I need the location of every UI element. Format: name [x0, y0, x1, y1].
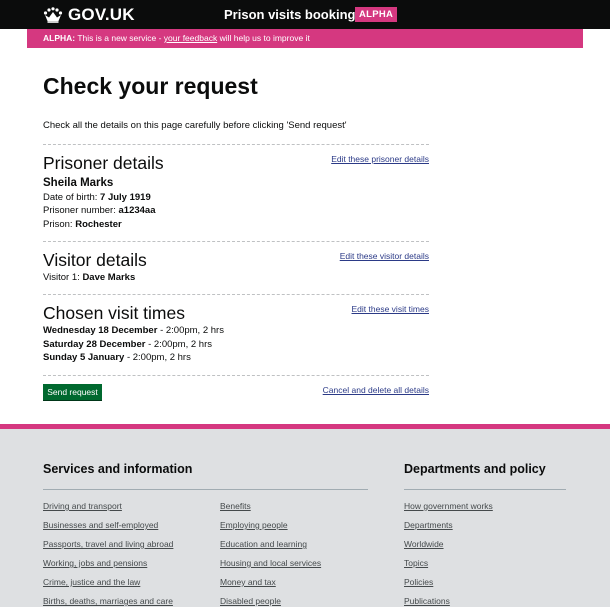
visit-detail: - 2:00pm, 2 hrs — [148, 339, 212, 350]
visit-date: Sunday 5 January — [43, 352, 125, 363]
page-title: Check your request — [43, 73, 258, 99]
edit-visit-times-link[interactable]: Edit these visit times — [352, 304, 429, 315]
footer-link[interactable]: Worldwide — [404, 539, 444, 550]
prisoner-dob: Date of birth: 7 July 1919 — [43, 192, 151, 204]
prisoner-number-label: Prisoner number: — [43, 205, 116, 216]
footer-link[interactable]: Passports, travel and living abroad — [43, 539, 173, 550]
departments-heading: Departments and policy — [404, 462, 546, 476]
footer-link[interactable]: Working, jobs and pensions — [43, 558, 147, 569]
footer-rule — [404, 489, 566, 490]
footer-link[interactable]: How government works — [404, 501, 493, 512]
feedback-link[interactable]: your feedback — [164, 33, 217, 43]
visit-time-item: Saturday 28 December - 2:00pm, 2 hrs — [43, 339, 212, 351]
prison-value: Rochester — [75, 219, 122, 230]
footer-link[interactable]: Money and tax — [220, 577, 276, 588]
visitor-details-heading: Visitor details — [43, 250, 147, 270]
prisoner-details-heading: Prisoner details — [43, 153, 164, 173]
footer-link[interactable]: Publications — [404, 596, 450, 607]
visitor-1-label: Visitor 1: — [43, 272, 80, 283]
visit-time-item: Wednesday 18 December - 2:00pm, 2 hrs — [43, 325, 224, 337]
prisoner-number: Prisoner number: a1234aa — [43, 205, 156, 217]
send-request-button[interactable]: Send request — [43, 384, 102, 400]
footer-link[interactable]: Crime, justice and the law — [43, 577, 140, 588]
footer-link[interactable]: Disabled people — [220, 596, 281, 607]
section-divider — [43, 241, 429, 242]
footer-rule — [43, 489, 368, 490]
footer-link[interactable]: Departments — [404, 520, 453, 531]
visitor-1-value: Dave Marks — [82, 272, 136, 283]
visit-times-heading: Chosen visit times — [43, 303, 185, 323]
phase-banner-text-before: This is a new service - — [77, 33, 162, 43]
visit-detail: - 2:00pm, 2 hrs — [126, 352, 191, 363]
phase-banner-text-after: will help us to improve it — [219, 33, 310, 43]
visit-date: Wednesday 18 December — [43, 325, 158, 336]
cancel-delete-link[interactable]: Cancel and delete all details — [323, 385, 429, 396]
footer-link[interactable]: Births, deaths, marriages and care — [43, 596, 173, 607]
edit-prisoner-details-link[interactable]: Edit these prisoner details — [331, 154, 429, 165]
service-name-link[interactable]: Prison visits booking — [224, 6, 355, 23]
footer-link[interactable]: Driving and transport — [43, 501, 122, 512]
govuk-logo-text: GOV.UK — [68, 5, 135, 24]
intro-text: Check all the details on this page caref… — [43, 120, 347, 131]
crown-icon — [43, 7, 63, 23]
footer-link[interactable]: Businesses and self-employed — [43, 520, 158, 531]
main-content — [27, 48, 583, 424]
dob-value: 7 July 1919 — [100, 192, 151, 203]
footer-link[interactable]: Policies — [404, 577, 433, 588]
global-header: GOV.UK Prison visits booking ALPHA — [0, 0, 610, 29]
section-divider — [43, 375, 429, 376]
phase-banner: ALPHA: This is a new service - your feed… — [27, 29, 583, 48]
visit-detail: - 2:00pm, 2 hrs — [160, 325, 224, 336]
visit-time-item: Sunday 5 January - 2:00pm, 2 hrs — [43, 352, 191, 364]
govuk-logo-link[interactable]: GOV.UK — [43, 5, 135, 25]
phase-tag: ALPHA — [355, 7, 398, 22]
prisoner-prison: Prison: Rochester — [43, 219, 122, 231]
footer-link[interactable]: Topics — [404, 558, 428, 569]
visitor-1: Visitor 1: Dave Marks — [43, 272, 135, 284]
dob-label: Date of birth: — [43, 192, 98, 203]
section-divider — [43, 294, 429, 295]
prisoner-name: Sheila Marks — [43, 177, 114, 189]
prisoner-number-value: a1234aa — [118, 205, 156, 216]
phase-banner-label: ALPHA: — [43, 33, 76, 43]
edit-visitor-details-link[interactable]: Edit these visitor details — [340, 251, 429, 262]
footer-link[interactable]: Education and learning — [220, 539, 307, 550]
section-divider — [43, 144, 429, 145]
prison-label: Prison: — [43, 219, 73, 230]
visit-date: Saturday 28 December — [43, 339, 146, 350]
footer-link[interactable]: Housing and local services — [220, 558, 321, 569]
footer-link[interactable]: Employing people — [220, 520, 288, 531]
footer-link[interactable]: Benefits — [220, 501, 251, 512]
services-heading: Services and information — [43, 462, 193, 476]
